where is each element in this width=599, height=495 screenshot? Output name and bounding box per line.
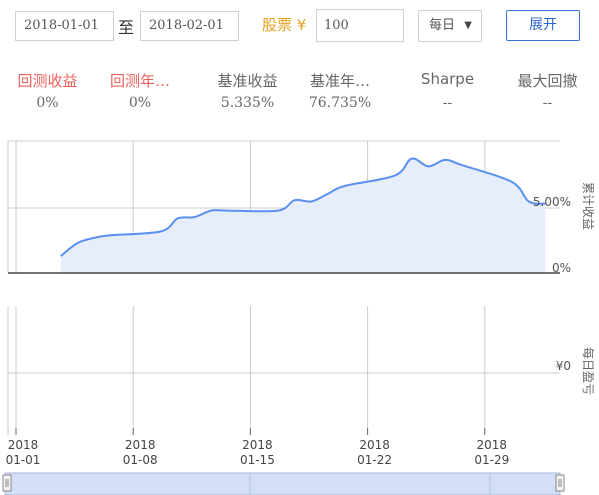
stat-label: Sharpe [420,70,475,88]
end-date-input[interactable]: 2018-02-01 [140,11,239,41]
stock-capital-label: 股票 ¥ [262,16,307,34]
ytick-label-0: 0% [552,261,571,275]
frequency-select[interactable]: 每日 ▼ [418,10,482,42]
date-range-separator: 至 [118,18,135,37]
ytick-label-5: 5.00% [533,195,571,209]
daily-pnl-panel: ¥0 每日盈亏 [7,306,596,435]
stat-label: 回测收益 [17,72,78,90]
toolbar: 2018-01-01 至 2018-02-01 股票 ¥ 100 每日 ▼ 展开 [0,0,599,50]
frequency-value: 每日 [429,18,456,33]
stat-label: 回测年… [109,72,170,90]
x-tick-date: 01-01 [6,453,41,467]
stat-sharpe: Sharpe -- [400,70,495,111]
capital-input[interactable]: 100 [316,9,404,42]
x-tick-year: 2018 [477,438,508,452]
x-tick-date: 01-22 [357,453,392,467]
x-tick-year: 2018 [359,438,390,452]
stat-value: 5.335% [220,95,275,111]
stat-backtest-annual: 回测年… 0% [100,70,180,111]
stat-value: 0% [36,95,59,111]
stat-benchmark-return: 基准收益 5.335% [200,70,295,111]
stat-value: -- [542,95,553,111]
stat-label: 基准年… [309,72,370,90]
stat-value: 0% [128,95,152,111]
zoom-handle-left[interactable] [2,474,12,492]
start-date-input[interactable]: 2018-01-01 [15,11,114,41]
x-tick-date: 01-29 [474,453,509,467]
x-tick-date: 01-15 [240,453,275,467]
stat-max-drawdown: 最大回撤 -- [500,70,595,111]
backtest-chart: 5.00% 0% 累计收益 ¥0 每日盈亏 201801-01201801-08… [2,140,596,495]
stat-backtest-return: 回测收益 0% [0,70,95,111]
vertical-grid [7,306,486,435]
stat-value: 76.735% [308,95,372,111]
x-tick-year: 2018 [8,438,39,452]
x-tick-year: 2018 [125,438,156,452]
stat-benchmark-annual: 基准年… 76.735% [300,70,380,111]
stats-row: 回测收益 0% 回测年… 0% 基准收益 5.335% 基准年… 76.735%… [0,70,599,120]
x-tick-year: 2018 [242,438,273,452]
zoom-handle-right[interactable] [555,474,565,492]
stat-label: 最大回撤 [517,72,578,90]
stat-value: -- [442,95,453,111]
caret-down-icon: ▼ [464,20,472,31]
expand-button[interactable]: 展开 [506,10,580,41]
zoom-slider[interactable] [2,472,565,495]
stat-label: 基准收益 [217,72,278,90]
x-axis: 201801-01201801-08201801-15201801-222018… [6,428,509,467]
ytick-label-zero-yuan: ¥0 [556,359,571,373]
cumulative-panel: 5.00% 0% 累计收益 [7,140,595,275]
cumulative-axis-label: 累计收益 [581,182,595,230]
zoom-range[interactable] [4,472,561,495]
x-tick-date: 01-08 [123,453,158,467]
daily-pnl-axis-label: 每日盈亏 [581,347,596,395]
